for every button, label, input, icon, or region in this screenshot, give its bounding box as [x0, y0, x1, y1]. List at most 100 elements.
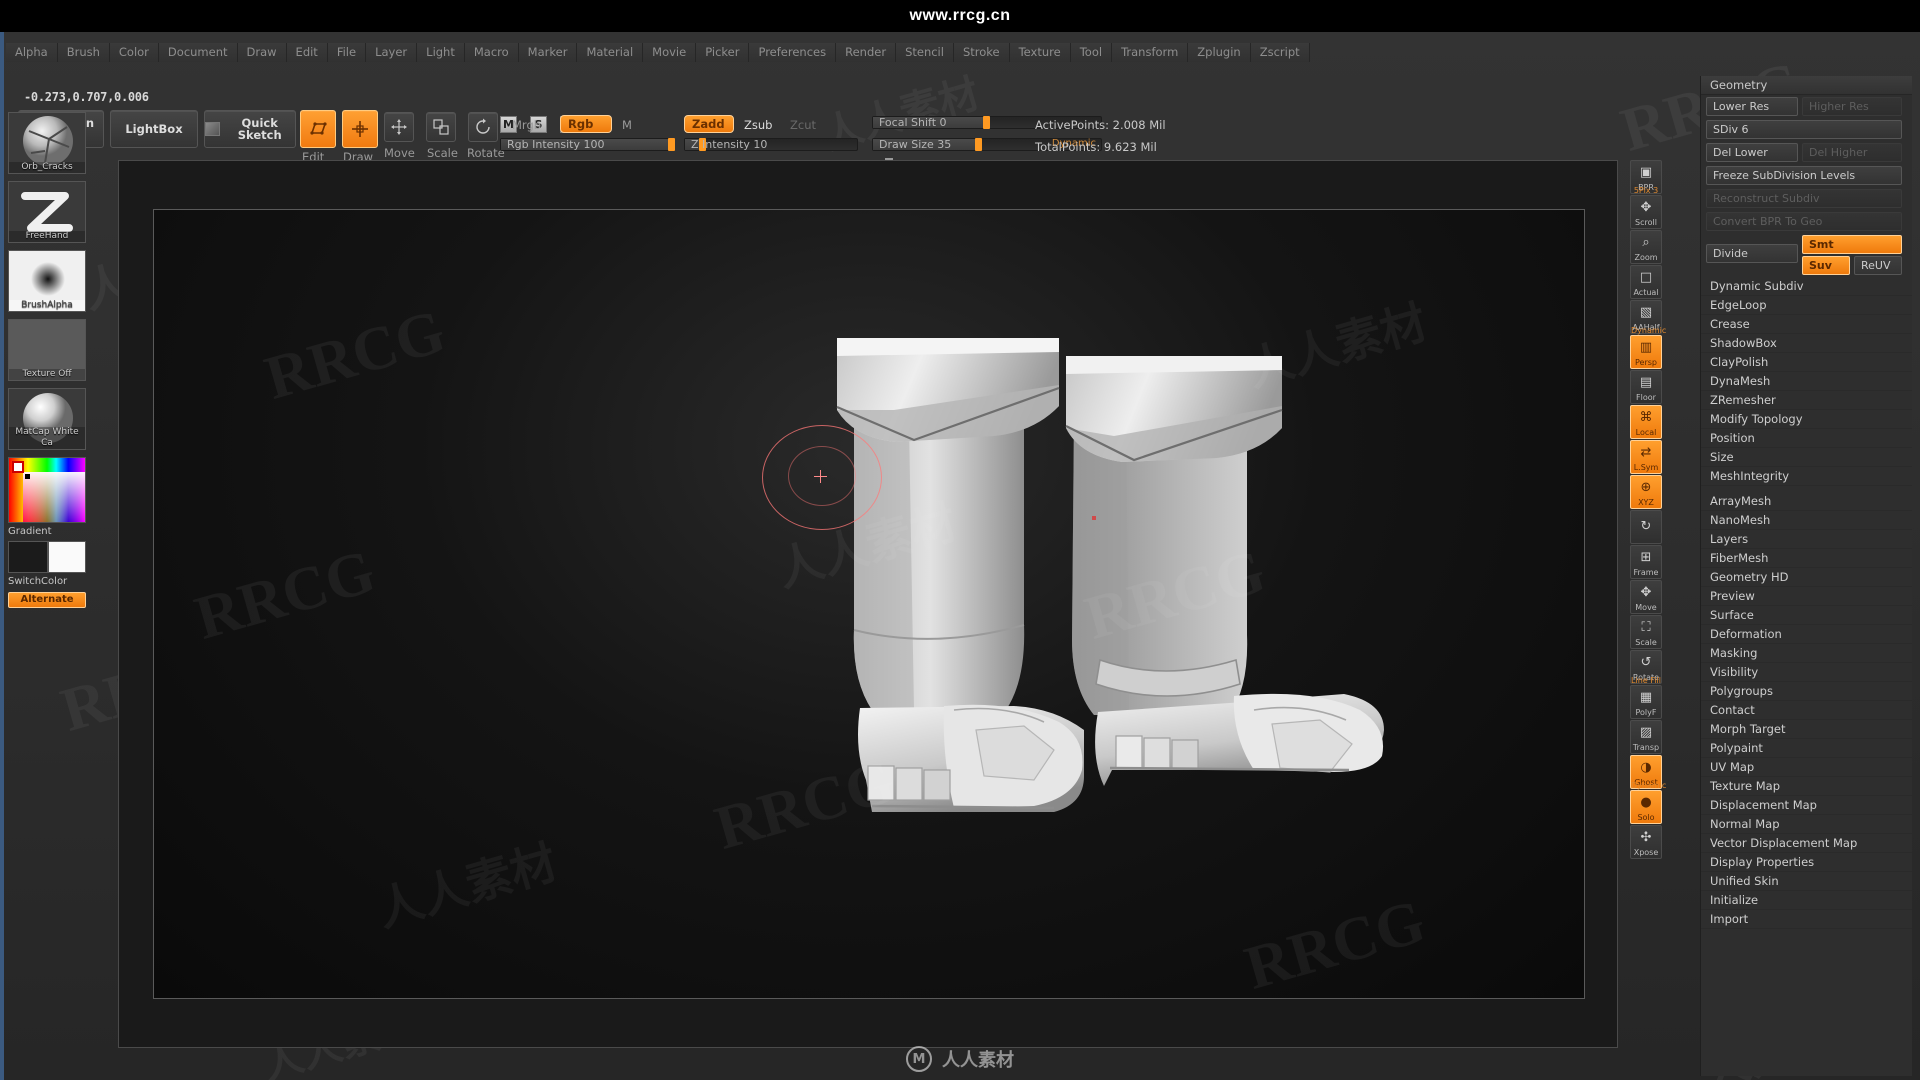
zcut-label[interactable]: Zcut: [790, 118, 816, 132]
viewport-button-l-sym[interactable]: ⇄ L.Sym: [1630, 440, 1662, 474]
subpalette-crease[interactable]: Crease: [1701, 315, 1912, 334]
zsub-label[interactable]: Zsub: [744, 118, 772, 132]
subpalette-shadowbox[interactable]: ShadowBox: [1701, 334, 1912, 353]
mrgb-label[interactable]: Mrgb: [512, 118, 541, 132]
subpalette-texture-map[interactable]: Texture Map: [1701, 777, 1912, 796]
menu-item-stencil[interactable]: Stencil: [896, 42, 954, 62]
menu-item-alpha[interactable]: Alpha: [6, 42, 58, 62]
smt-button[interactable]: Smt: [1802, 235, 1902, 254]
subpalette-dynamic-subdiv[interactable]: Dynamic Subdiv: [1701, 277, 1912, 296]
menu-item-document[interactable]: Document: [158, 42, 238, 62]
viewport-button-local[interactable]: ⌘ Local: [1630, 405, 1662, 439]
subpalette-size[interactable]: Size: [1701, 448, 1912, 467]
viewport-button-frame[interactable]: ⊞ Frame: [1630, 545, 1662, 579]
menu-item-layer[interactable]: Layer: [366, 42, 418, 62]
menu-item-movie[interactable]: Movie: [643, 42, 697, 62]
subpalette-zremesher[interactable]: ZRemesher: [1701, 391, 1912, 410]
menu-item-render[interactable]: Render: [836, 42, 897, 62]
subpalette-surface[interactable]: Surface: [1701, 606, 1912, 625]
viewport-button-transp[interactable]: ▨ Transp: [1630, 720, 1662, 754]
subpalette-display-properties[interactable]: Display Properties: [1701, 853, 1912, 872]
viewport-button-icon-10[interactable]: ↻: [1630, 510, 1662, 544]
menu-bar[interactable]: Alpha Brush Color Document Draw Edit File Layer…: [6, 42, 1310, 62]
alternate-button[interactable]: Alternate: [8, 592, 86, 608]
subpalette-deformation[interactable]: Deformation: [1701, 625, 1912, 644]
lower-res-button[interactable]: Lower Res: [1706, 97, 1798, 116]
subpalette-position[interactable]: Position: [1701, 429, 1912, 448]
subpalette-geometry-hd[interactable]: Geometry HD: [1701, 568, 1912, 587]
color-cursor[interactable]: [25, 474, 30, 479]
stroke-swatch[interactable]: FreeHand: [8, 181, 86, 243]
menu-item-zscript[interactable]: Zscript: [1250, 42, 1310, 62]
switch-color-control[interactable]: [8, 541, 86, 573]
subpalette-contact[interactable]: Contact: [1701, 701, 1912, 720]
texture-swatch[interactable]: Texture Off: [8, 319, 86, 381]
subpalette-claypolish[interactable]: ClayPolish: [1701, 353, 1912, 372]
color-picker[interactable]: [8, 457, 86, 523]
menu-item-tool[interactable]: Tool: [1070, 42, 1113, 62]
rgb-toggle[interactable]: Rgb: [560, 115, 612, 133]
subpalette-unified-skin[interactable]: Unified Skin: [1701, 872, 1912, 891]
viewport-button-solo[interactable]: Dynamic ● Solo: [1630, 781, 1666, 824]
subpalette-edgeloop[interactable]: EdgeLoop: [1701, 296, 1912, 315]
m-label[interactable]: M: [622, 118, 632, 132]
menu-item-color[interactable]: Color: [109, 42, 159, 62]
menu-item-zplugin[interactable]: Zplugin: [1188, 42, 1251, 62]
active-color-swatch[interactable]: [12, 461, 24, 473]
viewport-button-zoom[interactable]: ⌕ Zoom: [1630, 230, 1662, 264]
subpalette-modify-topology[interactable]: Modify Topology: [1701, 410, 1912, 429]
viewport-button-xyz[interactable]: ⊕ XYZ: [1630, 475, 1662, 509]
menu-item-brush[interactable]: Brush: [57, 42, 110, 62]
subpalette-polypaint[interactable]: Polypaint: [1701, 739, 1912, 758]
zadd-toggle[interactable]: Zadd: [684, 115, 734, 133]
menu-item-transform[interactable]: Transform: [1112, 42, 1189, 62]
subpalette-preview[interactable]: Preview: [1701, 587, 1912, 606]
menu-item-file[interactable]: File: [327, 42, 367, 62]
primary-color-swatch[interactable]: [8, 541, 48, 573]
viewport-canvas[interactable]: RRCG RRCG RRCG RRCG RRCG 人人素材 人人素材 人人素材: [153, 209, 1585, 999]
brush-swatch[interactable]: Orb_Cracks: [8, 112, 86, 174]
subpalette-dynamesh[interactable]: DynaMesh: [1701, 372, 1912, 391]
reconstruct-subdiv-button[interactable]: Reconstruct Subdiv: [1706, 189, 1902, 208]
subpalette-uv-map[interactable]: UV Map: [1701, 758, 1912, 777]
subpalette-morph-target[interactable]: Morph Target: [1701, 720, 1912, 739]
material-swatch[interactable]: MatCap White Ca: [8, 388, 86, 450]
menu-item-texture[interactable]: Texture: [1009, 42, 1071, 62]
subpalette-vector-displacement-map[interactable]: Vector Displacement Map: [1701, 834, 1912, 853]
viewport-button-scale[interactable]: ⛶ Scale: [1630, 615, 1662, 649]
subpalette-polygroups[interactable]: Polygroups: [1701, 682, 1912, 701]
higher-res-button[interactable]: Higher Res: [1802, 97, 1902, 116]
reuv-button[interactable]: ReUV: [1854, 256, 1902, 275]
viewport-button-move[interactable]: ✥ Move: [1630, 580, 1662, 614]
viewport-button-floor[interactable]: ▤ Floor: [1630, 370, 1662, 404]
freeze-subdivision-button[interactable]: Freeze SubDivision Levels: [1706, 166, 1902, 185]
menu-item-material[interactable]: Material: [577, 42, 644, 62]
menu-item-light[interactable]: Light: [417, 42, 465, 62]
viewport-button-xpose[interactable]: ✣ Xpose: [1630, 825, 1662, 859]
subpalette-initialize[interactable]: Initialize: [1701, 891, 1912, 910]
menu-item-edit[interactable]: Edit: [286, 42, 328, 62]
rgb-intensity-slider[interactable]: Rgb Intensity 100: [500, 138, 675, 151]
convert-bpr-button[interactable]: Convert BPR To Geo: [1706, 212, 1902, 231]
del-lower-button[interactable]: Del Lower: [1706, 143, 1798, 162]
menu-item-macro[interactable]: Macro: [464, 42, 519, 62]
subpalette-nanomesh[interactable]: NanoMesh: [1701, 511, 1912, 530]
suv-button[interactable]: Suv: [1802, 256, 1850, 275]
subpalette-masking[interactable]: Masking: [1701, 644, 1912, 663]
subpalette-fibermesh[interactable]: FiberMesh: [1701, 549, 1912, 568]
viewport-button-polyf[interactable]: Line Fill ▦ PolyF: [1630, 676, 1662, 719]
divide-button[interactable]: Divide: [1706, 244, 1798, 263]
alpha-swatch[interactable]: BrushAlpha: [8, 250, 86, 312]
menu-item-picker[interactable]: Picker: [696, 42, 750, 62]
sdiv-slider[interactable]: SDiv 6: [1706, 120, 1902, 139]
menu-item-preferences[interactable]: Preferences: [749, 42, 837, 62]
subpalette-meshintegrity[interactable]: MeshIntegrity: [1701, 467, 1912, 486]
del-higher-button[interactable]: Del Higher: [1802, 143, 1902, 162]
menu-item-stroke[interactable]: Stroke: [953, 42, 1010, 62]
menu-item-marker[interactable]: Marker: [518, 42, 578, 62]
subpalette-import[interactable]: Import: [1701, 910, 1912, 929]
viewport-button-scroll[interactable]: 5Pix 3 ✥ Scroll: [1630, 186, 1662, 229]
subpalette-layers[interactable]: Layers: [1701, 530, 1912, 549]
viewport-button-actual[interactable]: □ Actual: [1630, 265, 1662, 299]
geometry-panel-title[interactable]: Geometry: [1701, 76, 1912, 95]
